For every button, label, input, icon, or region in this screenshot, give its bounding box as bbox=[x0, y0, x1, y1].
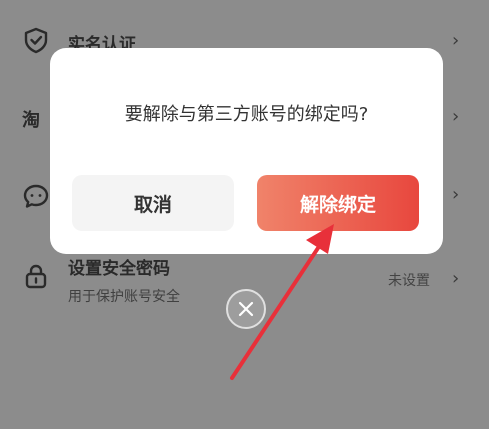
chevron-right-icon: › bbox=[452, 30, 460, 51]
row-taobao-partial-title: 淘 bbox=[22, 110, 40, 131]
close-icon bbox=[238, 301, 254, 317]
close-dialog-button[interactable] bbox=[226, 289, 266, 329]
cancel-button[interactable]: 取消 bbox=[72, 175, 234, 231]
dialog-message: 要解除与第三方账号的绑定吗? bbox=[124, 104, 369, 125]
unbind-button[interactable]: 解除绑定 bbox=[257, 175, 419, 231]
row-password-title: 设置安全密码 bbox=[68, 259, 170, 279]
chevron-right-icon: › bbox=[452, 184, 460, 205]
lock-icon bbox=[25, 264, 47, 289]
shield-check-icon bbox=[24, 27, 48, 54]
chat-bubble-icon bbox=[23, 184, 49, 208]
row-password-status: 未设置 bbox=[388, 273, 430, 289]
unbind-confirm-dialog: 要解除与第三方账号的绑定吗? 取消 解除绑定 bbox=[50, 48, 443, 254]
row-password-subtitle: 用于保护账号安全 bbox=[68, 289, 180, 305]
chevron-right-icon: › bbox=[452, 268, 460, 289]
chevron-right-icon: › bbox=[452, 106, 460, 127]
